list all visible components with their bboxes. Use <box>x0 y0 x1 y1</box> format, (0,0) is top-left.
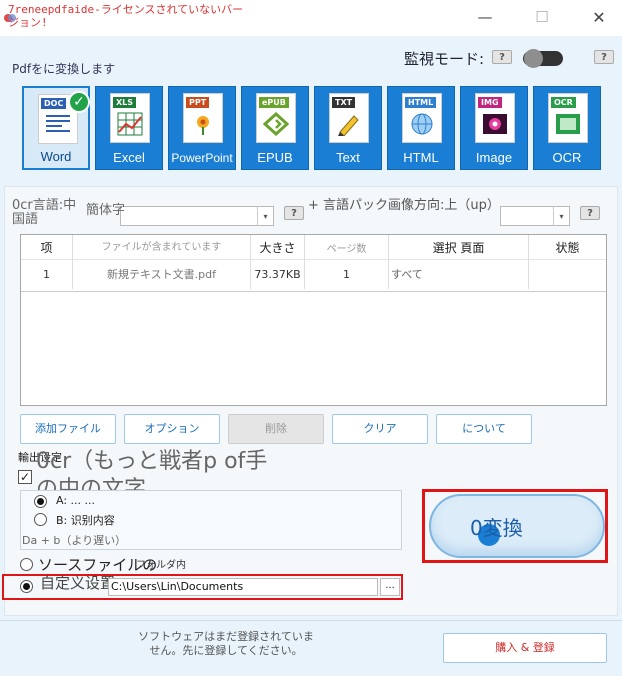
table-row-file[interactable]: 新規テキスト文書.pdf <box>73 259 251 289</box>
format-label-powerpoint: PowerPoint <box>171 151 233 165</box>
format-tile-excel[interactable]: XLS Excel <box>95 86 163 170</box>
ppt-file-icon: PPT <box>183 93 223 143</box>
excel-file-icon: XLS <box>110 93 150 143</box>
format-label-epub: EPUB <box>257 150 293 165</box>
add-file-button[interactable]: 添加ファイル <box>20 414 116 444</box>
table-row-pages[interactable]: 1 <box>305 259 389 289</box>
spreadsheet-grid-icon <box>117 112 143 136</box>
format-tile-ocr[interactable]: OCR OCR <box>533 86 601 170</box>
text-file-icon: TXT <box>329 93 369 143</box>
ocr-file-icon: OCR <box>548 93 588 143</box>
format-label-ocr: OCR <box>552 150 582 165</box>
format-label-text: Text <box>336 150 360 165</box>
ocr-language-label: 0cr言語:中国語 <box>12 198 77 227</box>
format-tile-word[interactable]: DOC ✓ Word <box>22 86 90 170</box>
monitor-mode-label: 監視モード: <box>404 50 485 68</box>
chevron-down-icon: ▾ <box>257 207 273 225</box>
table-row-selected-pages[interactable]: すべて <box>389 259 529 289</box>
convert-to-label: Pdfをに変換します <box>12 62 116 76</box>
excel-tag: XLS <box>113 97 137 108</box>
browse-button[interactable]: ... <box>380 578 400 596</box>
image-file-icon: IMG <box>475 93 515 143</box>
format-tile-powerpoint[interactable]: PPT PowerPoint <box>168 86 236 170</box>
maximize-button[interactable]: ☐ <box>519 4 565 30</box>
column-header-pages: ページ数 <box>305 235 389 259</box>
ocr-tag: OCR <box>551 97 576 108</box>
monitor-help-button[interactable]: ? <box>492 50 512 64</box>
output-path-input[interactable]: C:\Users\Lin\Documents <box>108 578 378 596</box>
document-lines-icon <box>46 115 70 132</box>
column-header-index: 项 <box>21 235 73 259</box>
ocr-language-help-button[interactable]: ? <box>284 206 304 220</box>
custom-folder-label: 自定义设置 <box>40 574 116 592</box>
mode-b-radio[interactable] <box>34 513 47 526</box>
html-tag: HTML <box>405 97 437 108</box>
globe-icon <box>411 113 433 135</box>
format-label-excel: Excel <box>113 150 145 165</box>
epub-logo-icon <box>263 112 289 136</box>
row-divider <box>21 291 606 292</box>
column-header-file: ファイルが含まれています <box>73 235 251 259</box>
table-row-status[interactable] <box>529 259 606 289</box>
window-title: 7reneepdfaide-ライセンスされていないバージョン! <box>8 3 244 29</box>
flower-image-icon <box>197 116 209 135</box>
format-tile-image[interactable]: IMG Image <box>460 86 528 170</box>
options-button[interactable]: オプション <box>124 414 220 444</box>
source-folder-sublabel: フォルダ内 <box>136 560 186 571</box>
format-tile-html[interactable]: HTML HTML <box>387 86 455 170</box>
file-table: 项 ファイルが含まれています 大きさ ページ数 選択 頁面 状態 1 新規テキス… <box>20 234 607 406</box>
mode-a-radio[interactable] <box>34 495 47 508</box>
chevron-down-icon: ▾ <box>553 207 569 225</box>
buy-register-button[interactable]: 購入 & 登録 <box>443 633 607 663</box>
convert-button-label: 0変換 <box>470 516 523 540</box>
clear-button[interactable]: クリア <box>332 414 428 444</box>
close-button[interactable]: ✕ <box>576 4 622 30</box>
epub-file-icon: ePUB <box>256 93 296 143</box>
html-file-icon: HTML <box>402 93 442 143</box>
mode-b-label: B: 识别内容 <box>56 514 115 527</box>
scan-icon <box>556 114 580 134</box>
picture-icon <box>483 114 507 134</box>
footer-divider <box>0 620 622 621</box>
delete-button[interactable]: 削除 <box>228 414 324 444</box>
table-row-size[interactable]: 73.37KB <box>251 259 305 289</box>
format-label-word: Word <box>40 149 72 164</box>
word-tag: DOC <box>41 98 67 109</box>
source-folder-radio[interactable] <box>20 558 33 571</box>
format-label-image: Image <box>475 150 513 165</box>
column-header-status: 状態 <box>555 240 580 255</box>
column-header-selected-pages: 選択 頁面 <box>389 235 529 259</box>
format-label-html: HTML <box>403 150 439 165</box>
minimize-button[interactable]: — <box>462 4 508 30</box>
selected-check-icon: ✓ <box>68 91 90 113</box>
register-notice: ソフトウェアはまだ登録されていません。先に登録してください。 <box>138 630 314 657</box>
pencil-icon <box>338 115 359 136</box>
toggle-knob[interactable] <box>524 49 543 68</box>
about-button[interactable]: について <box>436 414 532 444</box>
ocr-language-value: 簡体字 <box>86 203 126 218</box>
ppt-tag: PPT <box>186 97 210 108</box>
epub-tag: ePUB <box>259 97 289 108</box>
custom-folder-radio[interactable] <box>20 580 33 593</box>
format-tile-text[interactable]: TXT Text <box>314 86 382 170</box>
text-tag: TXT <box>332 97 356 108</box>
mode-ab-note: Da + b（より遅い） <box>22 534 127 547</box>
mode-a-label: A: ... ... <box>56 494 96 507</box>
ocr-language-select[interactable]: ▾ <box>120 206 274 226</box>
image-tag: IMG <box>478 97 502 108</box>
ocr-checkbox[interactable]: ✓ <box>18 470 32 484</box>
format-tile-epub[interactable]: ePUB EPUB <box>241 86 309 170</box>
direction-help-button[interactable]: ? <box>580 206 600 220</box>
table-row-index[interactable]: 1 <box>21 259 73 289</box>
help-button[interactable]: ? <box>594 50 614 64</box>
image-direction-select[interactable]: ▾ <box>500 206 570 226</box>
column-header-size: 大きさ <box>251 235 305 259</box>
